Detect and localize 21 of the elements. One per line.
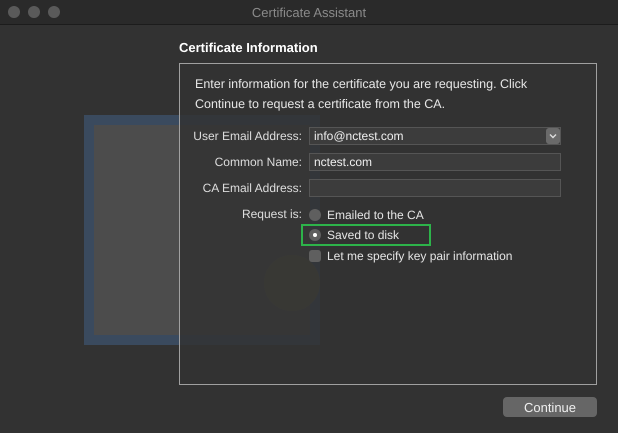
continue-button[interactable]: Continue bbox=[503, 397, 597, 417]
minimize-button[interactable] bbox=[28, 6, 40, 18]
zoom-button[interactable] bbox=[48, 6, 60, 18]
checkbox-label: Let me specify key pair information bbox=[327, 248, 512, 262]
field-label: User Email Address: bbox=[192, 128, 302, 145]
email-combo-box[interactable]: info@nctest.com bbox=[309, 127, 561, 145]
checkbox[interactable] bbox=[309, 250, 321, 262]
window-title: Certificate Assistant bbox=[252, 4, 366, 20]
radio-button[interactable] bbox=[309, 229, 321, 241]
section-heading: Certificate Information bbox=[179, 40, 319, 57]
chevron-icon[interactable] bbox=[546, 128, 560, 144]
field-label: Request is: bbox=[240, 206, 302, 223]
radio-button[interactable] bbox=[309, 208, 321, 220]
radio-label: Saved to disk bbox=[327, 228, 400, 242]
radio-label: Emailed to the CA bbox=[327, 208, 424, 222]
close-button[interactable] bbox=[8, 6, 20, 18]
text-field[interactable]: nctest.com bbox=[309, 153, 561, 171]
field-label: Common Name: bbox=[214, 154, 302, 171]
text-field[interactable] bbox=[309, 179, 561, 197]
intro-text: Enter information for the certificate you are requesting. Click Continue to request a certificate from the CA. bbox=[195, 76, 528, 113]
field-label: CA Email Address: bbox=[202, 180, 302, 197]
